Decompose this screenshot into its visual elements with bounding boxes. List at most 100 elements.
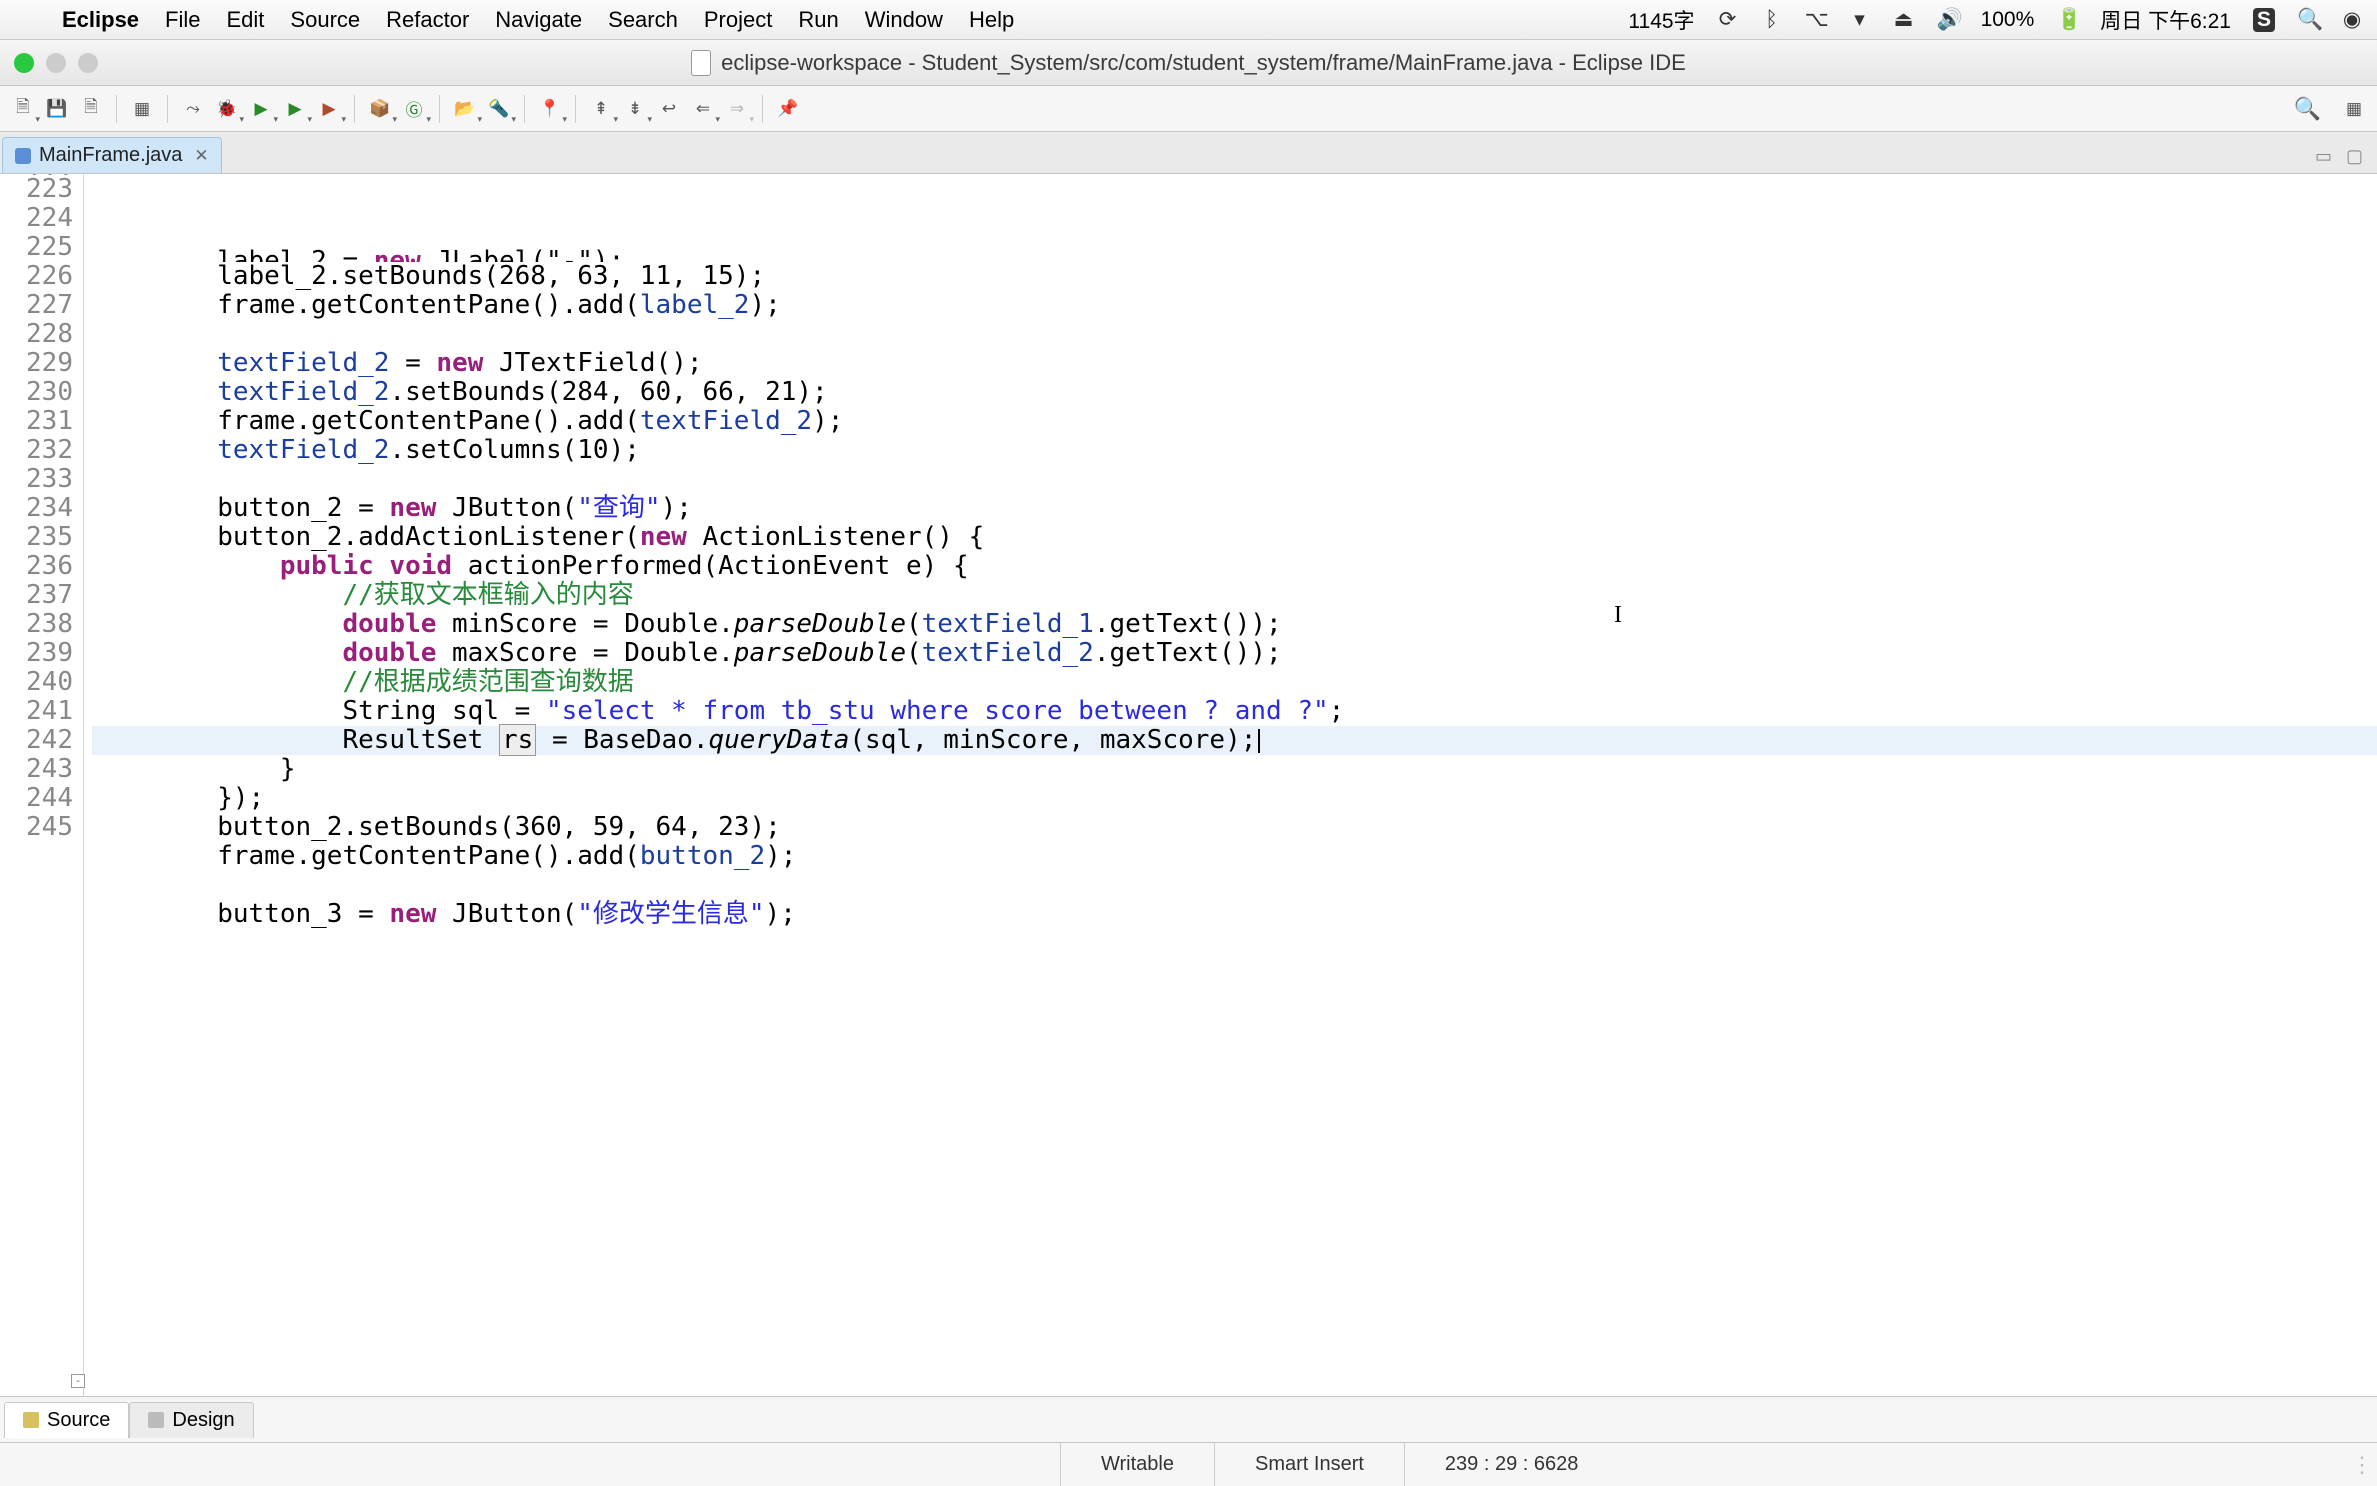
line-number[interactable]: 223 xyxy=(0,175,73,204)
menu-navigate[interactable]: Navigate xyxy=(495,7,582,33)
bluetooth-icon[interactable]: ᛒ xyxy=(1761,8,1783,32)
code-line[interactable]: label_2 = new JLabel("-"); xyxy=(92,247,2377,262)
source-tab[interactable]: Source xyxy=(4,1402,129,1438)
code-line[interactable]: button_2 = new JButton("查询"); xyxy=(92,494,2377,523)
line-number[interactable]: 236 xyxy=(0,552,73,581)
back-button[interactable]: ⇐ xyxy=(688,94,718,124)
sogou-icon[interactable]: S xyxy=(2253,8,2275,32)
maximize-view-icon[interactable]: ▢ xyxy=(2346,146,2363,167)
menu-project[interactable]: Project xyxy=(704,7,772,33)
clock[interactable]: 周日 下午6:21 xyxy=(2100,5,2231,35)
code-line[interactable]: frame.getContentPane().add(label_2); xyxy=(92,291,2377,320)
line-number[interactable]: 230 xyxy=(0,378,73,407)
code-line[interactable] xyxy=(92,465,2377,494)
traffic-zoom[interactable] xyxy=(78,53,98,73)
line-number[interactable]: 237 xyxy=(0,581,73,610)
prev-annotation-button[interactable]: ⇞ xyxy=(586,94,616,124)
line-number[interactable]: 229 xyxy=(0,349,73,378)
eject-icon[interactable]: ⏏ xyxy=(1893,7,1915,32)
last-edit-button[interactable]: ↩ xyxy=(654,94,684,124)
ime-wordcount[interactable]: 1145字 xyxy=(1628,5,1694,35)
line-number[interactable]: 245 xyxy=(0,813,73,842)
line-number[interactable]: 238 xyxy=(0,610,73,639)
code-line[interactable]: button_3 = new JButton("修改学生信息"); xyxy=(92,900,2377,929)
code-line[interactable]: label_2.setBounds(268, 63, 11, 15); xyxy=(92,262,2377,291)
skip-breakpoints-button[interactable]: ⤳ xyxy=(178,94,208,124)
menu-help[interactable]: Help xyxy=(969,7,1014,33)
debug-button[interactable]: 🐞 xyxy=(212,94,242,124)
line-number[interactable]: 225 xyxy=(0,233,73,262)
wifi-icon[interactable]: ▾ xyxy=(1849,7,1871,32)
code-line[interactable]: textField_2.setColumns(10); xyxy=(92,436,2377,465)
status-cursor-position[interactable]: 239 : 29 : 6628 xyxy=(1404,1443,1618,1486)
pin-editor-button[interactable]: 📌 xyxy=(773,94,803,124)
resize-grip-icon[interactable]: ⋮ xyxy=(2347,1452,2377,1478)
code-line[interactable]: } xyxy=(92,755,2377,784)
code-line[interactable]: button_2.addActionListener(new ActionLis… xyxy=(92,523,2377,552)
menu-source[interactable]: Source xyxy=(290,7,360,33)
perspective-button[interactable]: ▦ xyxy=(2339,94,2369,124)
external-tools-button[interactable]: ▶ xyxy=(314,94,344,124)
line-number[interactable]: 226 xyxy=(0,262,73,291)
menu-run[interactable]: Run xyxy=(798,7,838,33)
line-number[interactable]: 244 xyxy=(0,784,73,813)
menu-refactor[interactable]: Refactor xyxy=(386,7,469,33)
spotlight-icon[interactable]: 🔍 xyxy=(2297,8,2319,32)
line-number[interactable]: 243 xyxy=(0,755,73,784)
line-number[interactable]: 239 xyxy=(0,639,73,668)
fold-toggle-icon[interactable]: - xyxy=(71,1374,85,1388)
run-button[interactable]: ▶ xyxy=(246,94,276,124)
line-number[interactable]: 231 xyxy=(0,407,73,436)
design-tab[interactable]: Design xyxy=(129,1402,253,1438)
app-name[interactable]: Eclipse xyxy=(62,7,139,33)
traffic-min[interactable] xyxy=(46,53,66,73)
code-line[interactable]: frame.getContentPane().add(textField_2); xyxy=(92,407,2377,436)
battery-text[interactable]: 100% xyxy=(1981,8,2035,32)
toggle-mark-button[interactable]: 📍 xyxy=(535,94,565,124)
code-line[interactable]: String sql = "select * from tb_stu where… xyxy=(92,697,2377,726)
new-type-button[interactable]: Ⓖ xyxy=(399,94,429,124)
line-number[interactable]: 234 xyxy=(0,494,73,523)
traffic-lights[interactable] xyxy=(14,53,98,73)
menu-edit[interactable]: Edit xyxy=(227,7,265,33)
menu-window[interactable]: Window xyxy=(865,7,943,33)
sync-icon[interactable]: ⟳ xyxy=(1717,7,1739,32)
battery-icon[interactable]: 🔋 xyxy=(2056,8,2078,32)
code-line[interactable]: textField_2 = new JTextField(); xyxy=(92,349,2377,378)
code-line[interactable] xyxy=(92,871,2377,900)
line-number[interactable]: 240 xyxy=(0,668,73,697)
menu-file[interactable]: File xyxy=(165,7,200,33)
code-editor[interactable]: 222223224225226227228229230231232-233-23… xyxy=(0,174,2377,1396)
search-button[interactable]: 🔦 xyxy=(484,94,514,124)
new-button[interactable]: 🗎 xyxy=(8,94,38,124)
code-line[interactable]: double maxScore = Double.parseDouble(tex… xyxy=(92,639,2377,668)
code-line[interactable]: frame.getContentPane().add(button_2); xyxy=(92,842,2377,871)
line-number[interactable]: 235 xyxy=(0,523,73,552)
line-number[interactable]: 224 xyxy=(0,204,73,233)
code-line[interactable]: textField_2.setBounds(284, 60, 66, 21); xyxy=(92,378,2377,407)
line-number[interactable]: 242 xyxy=(0,726,73,755)
line-number[interactable]: 227 xyxy=(0,291,73,320)
quick-access-search-icon[interactable]: 🔍 xyxy=(2294,96,2321,122)
volume-icon[interactable]: 🔊 xyxy=(1937,8,1959,32)
line-number[interactable]: 232 xyxy=(0,436,73,465)
code-content[interactable]: I label_2 = new JLabel("-"); label_2.set… xyxy=(84,174,2377,1396)
save-button[interactable]: 💾 xyxy=(42,94,72,124)
editor-tab[interactable]: MainFrame.java ✕ xyxy=(2,137,222,173)
siri-icon[interactable]: ◉ xyxy=(2341,7,2363,32)
open-type-button[interactable]: 📂 xyxy=(450,94,480,124)
code-line[interactable]: }); xyxy=(92,784,2377,813)
next-annotation-button[interactable]: ⇟ xyxy=(620,94,650,124)
code-line[interactable]: ResultSet rs = BaseDao.queryData(sql, mi… xyxy=(92,726,2377,755)
line-number[interactable]: 233 xyxy=(0,465,73,494)
forward-button[interactable]: ⇒ xyxy=(722,94,752,124)
code-line[interactable]: double minScore = Double.parseDouble(tex… xyxy=(92,610,2377,639)
menu-search[interactable]: Search xyxy=(608,7,678,33)
coverage-button[interactable]: ▶ xyxy=(280,94,310,124)
line-number-gutter[interactable]: 222223224225226227228229230231232-233-23… xyxy=(0,174,84,1396)
status-insert-mode[interactable]: Smart Insert xyxy=(1214,1443,1404,1486)
code-line[interactable]: public void actionPerformed(ActionEvent … xyxy=(92,552,2377,581)
line-number[interactable]: 228 xyxy=(0,320,73,349)
line-number[interactable]: 241 xyxy=(0,697,73,726)
code-line[interactable]: //获取文本框输入的内容 xyxy=(92,581,2377,610)
